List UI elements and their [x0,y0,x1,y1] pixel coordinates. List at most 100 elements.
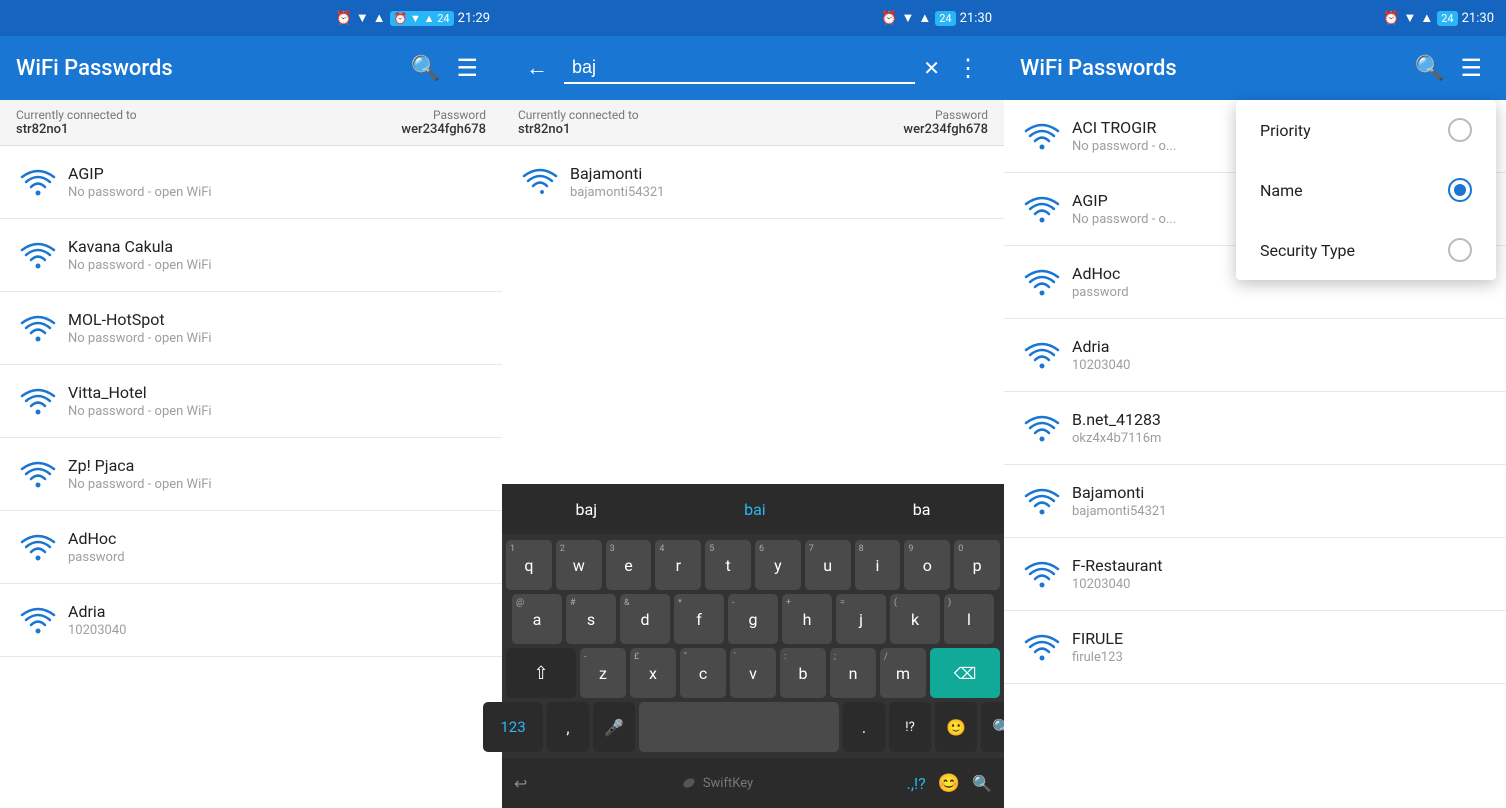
password-label-1: Password [401,108,486,122]
filter-button-1[interactable]: ☰ [448,46,486,90]
wifi-icon-p1-1 [16,233,60,277]
key-s[interactable]: #s [566,594,616,644]
radio-security[interactable] [1448,238,1472,262]
wifi-icon-p3-5 [1020,479,1064,523]
key-y[interactable]: 6y [755,540,801,590]
wifi-item-p3-7[interactable]: FIRULE firule123 [1004,611,1506,684]
wifi-name-p1-4: Zp! Pjaca [68,456,486,475]
time-2: 21:30 [960,11,992,26]
key-exclaim[interactable]: !? [889,702,931,752]
wifi-list-1: AGIP No password - open WiFi Kavana Caku… [0,146,502,808]
dropdown-item-priority[interactable]: Priority [1236,100,1496,160]
key-u[interactable]: 7u [805,540,851,590]
radio-priority[interactable] [1448,118,1472,142]
more-button[interactable]: ⋮ [948,46,988,90]
battery-icon-3: 24 [1437,11,1457,26]
keyboard-container: baj bai ba 1q 2w 3e 4r 5t 6y 7u 8i 9o 0p… [502,484,1004,808]
key-n[interactable]: ;n [830,648,876,698]
key-e[interactable]: 3e [606,540,652,590]
status-bar-1: ⏰ ▼ ▲ ⏰ ▼ ▲ 24 21:29 [0,0,502,36]
wifi-item-p3-4[interactable]: B.net_41283 okz4x4b7116m [1004,392,1506,465]
suggestion-ba[interactable]: ba [889,492,955,527]
wifi-item-p1-3[interactable]: Vitta_Hotel No password - open WiFi [0,365,502,438]
search-button-1[interactable]: 🔍 [403,46,449,90]
key-dot[interactable]: . [843,702,885,752]
key-j[interactable]: =j [836,594,886,644]
wifi-item-p3-3[interactable]: Adria 10203040 [1004,319,1506,392]
app-title-3: WiFi Passwords [1020,56,1407,81]
wifi-item-p1-2[interactable]: MOL-HotSpot No password - open WiFi [0,292,502,365]
suggestion-baj[interactable]: baj [552,492,622,527]
wifi-item-p1-4[interactable]: Zp! Pjaca No password - open WiFi [0,438,502,511]
key-p[interactable]: 0p [954,540,1000,590]
wifi-item-p1-0[interactable]: AGIP No password - open WiFi [0,146,502,219]
key-comma[interactable]: , [547,702,589,752]
keyboard-body: 1q 2w 3e 4r 5t 6y 7u 8i 9o 0p @a #s &d *… [502,534,1004,758]
key-c[interactable]: "c [680,648,726,698]
wifi-item-p1-1[interactable]: Kavana Cakula No password - open WiFi [0,219,502,292]
key-o[interactable]: 9o [904,540,950,590]
key-numbers[interactable]: 123 [483,702,543,752]
dropdown-item-name[interactable]: Name [1236,160,1496,220]
wifi-info-p3-6: F-Restaurant 10203040 [1064,556,1490,592]
key-delete[interactable]: ⌫ [930,648,1000,698]
key-l[interactable]: )l [944,594,994,644]
key-m[interactable]: /m [880,648,926,698]
wifi-item-p1-6[interactable]: Adria 10203040 [0,584,502,657]
key-row-3: ⇧ -z £x "c 'v :b ;n /m ⌫ [506,648,1000,698]
key-emoji[interactable]: 🙂 [935,702,977,752]
wifi-item-p3-6[interactable]: F-Restaurant 10203040 [1004,538,1506,611]
wifi-status-icon-2: ▼ [902,10,915,26]
swiftkey-logo-icon [681,775,697,791]
key-v[interactable]: 'v [730,648,776,698]
connected-network-2: str82no1 [518,122,639,137]
swiftkey-center: SwiftKey [681,775,753,791]
key-k[interactable]: (k [890,594,940,644]
search-button-3[interactable]: 🔍 [1407,46,1453,90]
alarm-icon: ⏰ [336,11,352,26]
dropdown-item-security[interactable]: Security Type [1236,220,1496,280]
connected-bar-1: Currently connected to str82no1 Password… [0,100,502,146]
key-q[interactable]: 1q [506,540,552,590]
swiftkey-right: .,!? 😊 🔍 [907,773,992,794]
app-bar-3: WiFi Passwords 🔍 ☰ [1004,36,1506,100]
suggestion-bai[interactable]: bai [720,492,790,527]
panel-1: ⏰ ▼ ▲ ⏰ ▼ ▲ 24 21:29 WiFi Passwords 🔍 ☰ … [0,0,502,808]
key-h[interactable]: +h [782,594,832,644]
wifi-name-p1-6: Adria [68,602,486,621]
key-space[interactable] [639,702,839,752]
back-button[interactable]: ← [518,47,556,89]
key-b[interactable]: :b [780,648,826,698]
status-icons-2: ⏰ ▼ ▲ 24 21:30 [881,10,992,26]
key-z[interactable]: -z [580,648,626,698]
wifi-icon-p3-2 [1020,260,1064,304]
key-w[interactable]: 2w [556,540,602,590]
wifi-icon-p1-4 [16,452,60,496]
key-shift[interactable]: ⇧ [506,648,576,698]
app-title-1: WiFi Passwords [16,56,403,81]
search-result-item[interactable]: Bajamonti bajamonti54321 [502,146,1004,219]
filter-button-3[interactable]: ☰ [1452,46,1490,90]
key-t[interactable]: 5t [705,540,751,590]
dropdown-label-name: Name [1260,181,1303,200]
key-g[interactable]: -g [728,594,778,644]
radio-name[interactable] [1448,178,1472,202]
alarm-icon-3: ⏰ [1383,11,1399,26]
search-input[interactable] [564,53,915,84]
key-mic[interactable]: 🎤 [593,702,635,752]
clear-button[interactable]: ✕ [915,48,948,88]
key-f[interactable]: *f [674,594,724,644]
key-d[interactable]: &d [620,594,670,644]
swiftkey-bar: ↩ SwiftKey .,!? 😊 🔍 [502,758,1004,808]
wifi-icon-p3-0 [1020,114,1064,158]
connected-bar-2: Currently connected to str82no1 Password… [502,100,1004,146]
key-x[interactable]: £x [630,648,676,698]
status-icons-3: ⏰ ▼ ▲ 24 21:30 [1383,10,1494,26]
wifi-item-p1-5[interactable]: AdHoc password [0,511,502,584]
signal-icon-2: ▲ [918,10,931,26]
wifi-item-p3-5[interactable]: Bajamonti bajamonti54321 [1004,465,1506,538]
key-a[interactable]: @a [512,594,562,644]
search-result-info: Bajamonti bajamonti54321 [562,164,988,200]
key-i[interactable]: 8i [855,540,901,590]
key-r[interactable]: 4r [655,540,701,590]
